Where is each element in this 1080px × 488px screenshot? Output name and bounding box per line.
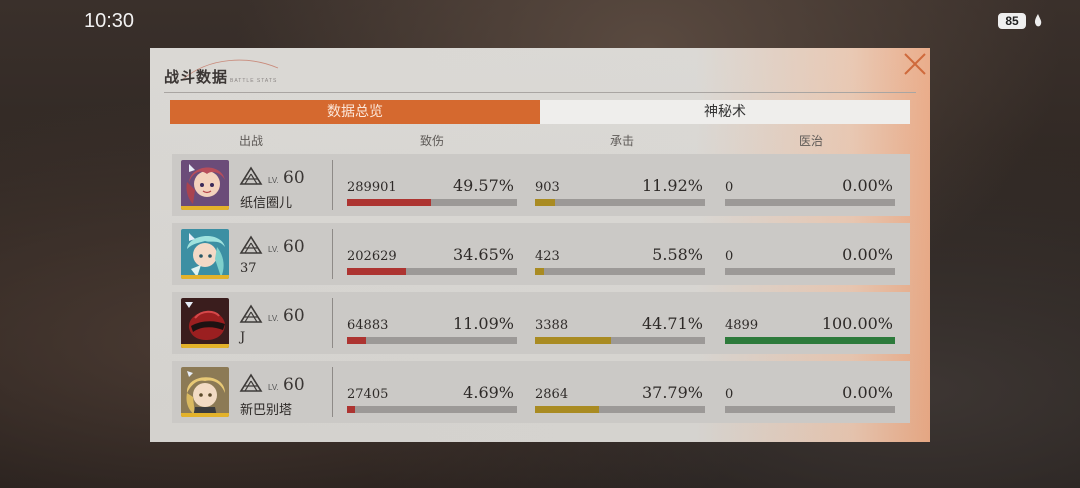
damage-bar [347, 406, 517, 413]
heal-bar [725, 406, 895, 413]
character-portrait[interactable] [181, 298, 229, 348]
portrait-rarity-bar [181, 344, 229, 348]
damage-percent: 4.69% [463, 383, 514, 402]
damage-bar [347, 337, 517, 344]
column-header-damage: 致伤 [419, 134, 444, 148]
taken-bar [535, 268, 705, 275]
panel-subtitle: BATTLE STATS [230, 78, 278, 84]
level-prefix: LV. [268, 314, 279, 323]
taken-bar [535, 199, 705, 206]
damage-percent: 34.65% [452, 245, 514, 264]
charging-icon [1034, 14, 1042, 27]
level-prefix: LV. [268, 383, 279, 392]
character-level: 60 [283, 168, 305, 188]
heal-value: 0 [725, 180, 734, 195]
damage-value: 202629 [347, 249, 397, 264]
taken-bar-fill [535, 406, 600, 413]
level-prefix: LV. [268, 176, 279, 185]
status-time: 10:30 [84, 10, 135, 32]
heal-bar [725, 337, 895, 344]
heal-percent: 100.00% [821, 314, 893, 333]
character-level: 60 [283, 306, 305, 326]
column-header-heal: 医治 [798, 134, 823, 148]
damage-percent: 11.09% [452, 314, 514, 333]
character-row: LV. 60 新巴别塔 27405 4.69% 2864 37.79% 0 0.… [172, 361, 910, 423]
row-divider [332, 367, 333, 417]
character-portrait[interactable] [181, 229, 229, 279]
column-header-taken: 承击 [609, 134, 634, 148]
damage-bar-fill [347, 268, 406, 275]
heal-percent: 0.00% [842, 383, 893, 402]
class-icon [240, 236, 262, 254]
character-portrait[interactable] [181, 367, 229, 417]
row-divider [332, 229, 333, 279]
portrait-rarity-bar [181, 275, 229, 279]
taken-value: 903 [535, 180, 560, 195]
class-icon [240, 167, 262, 185]
character-name: 纸信圈儿 [240, 196, 293, 211]
taken-bar [535, 337, 705, 344]
class-icon [240, 305, 262, 323]
tab-arcanum[interactable]: 神秘术 [540, 100, 910, 124]
heal-value: 0 [725, 387, 734, 402]
row-divider [332, 298, 333, 348]
character-row: LV. 60 37 202629 34.65% 423 5.58% 0 0.00… [172, 223, 910, 285]
class-icon [240, 374, 262, 392]
row-divider [332, 160, 333, 210]
title-divider [164, 92, 916, 93]
column-header-deploy: 出战 [238, 134, 263, 148]
character-name: J [240, 330, 246, 345]
taken-percent: 5.58% [652, 245, 703, 264]
tab-data-overview[interactable]: 数据总览 [170, 100, 540, 124]
taken-percent: 44.71% [641, 314, 703, 333]
taken-bar-fill [535, 337, 611, 344]
taken-value: 2864 [535, 387, 569, 402]
character-row: LV. 60 J 64883 11.09% 3388 44.71% 4899 1… [172, 292, 910, 354]
heal-percent: 0.00% [842, 176, 893, 195]
taken-percent: 11.92% [641, 176, 703, 195]
close-icon[interactable] [902, 51, 928, 77]
portrait-rarity-bar [181, 206, 229, 210]
level-prefix: LV. [268, 245, 279, 254]
character-level: 60 [283, 375, 305, 395]
damage-bar-fill [347, 337, 366, 344]
heal-value: 4899 [725, 318, 759, 333]
heal-value: 0 [725, 249, 734, 264]
panel-title: 战斗数据 [164, 68, 229, 86]
character-level: 60 [283, 237, 305, 257]
heal-percent: 0.00% [842, 245, 893, 264]
character-name: 新巴别塔 [240, 403, 293, 418]
damage-bar [347, 268, 517, 275]
heal-bar-fill [725, 337, 895, 344]
damage-value: 289901 [347, 180, 397, 195]
taken-bar [535, 406, 705, 413]
status-bar: 10:30 85 [0, 0, 1080, 44]
taken-bar-fill [535, 268, 545, 275]
taken-value: 423 [535, 249, 560, 264]
taken-bar-fill [535, 199, 556, 206]
character-row: LV. 60 纸信圈儿 289901 49.57% 903 11.92% 0 0… [172, 154, 910, 216]
taken-percent: 37.79% [641, 383, 703, 402]
heal-bar [725, 199, 895, 206]
taken-value: 3388 [535, 318, 569, 333]
battery-icon: 85 [998, 13, 1026, 29]
damage-bar-fill [347, 406, 355, 413]
character-portrait[interactable] [181, 160, 229, 210]
damage-bar [347, 199, 517, 206]
damage-bar-fill [347, 199, 432, 206]
character-name: 37 [240, 261, 257, 276]
damage-value: 64883 [347, 318, 389, 333]
damage-percent: 49.57% [452, 176, 514, 195]
damage-value: 27405 [347, 387, 389, 402]
portrait-rarity-bar [181, 413, 229, 417]
heal-bar [725, 268, 895, 275]
